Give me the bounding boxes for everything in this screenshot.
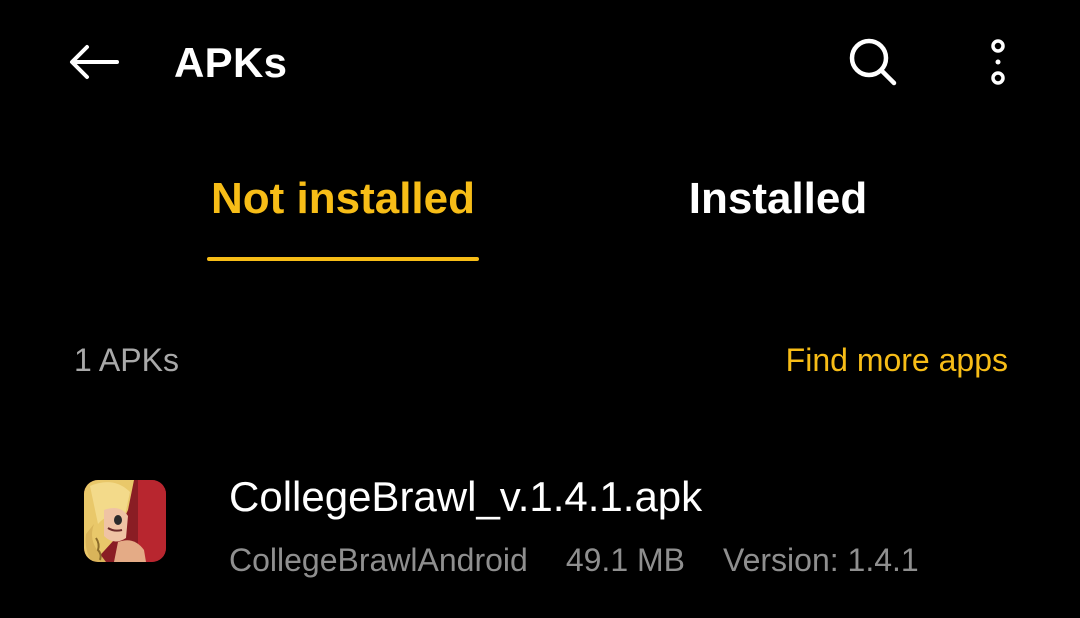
more-options-button[interactable]: [972, 34, 1024, 90]
apk-details: CollegeBrawlAndroid 49.1 MB Version: 1.4.1: [229, 540, 919, 580]
arrow-left-icon: [70, 45, 119, 79]
apk-file-size: 49.1 MB: [565, 542, 685, 578]
apk-count-label: 1 APKs: [74, 342, 179, 378]
apk-file-name: CollegeBrawl_v.1.4.1.apk: [229, 473, 703, 520]
apk-version: Version: 1.4.1: [723, 542, 919, 578]
app-icon: [84, 480, 166, 562]
find-more-apps-link[interactable]: Find more apps: [786, 340, 1008, 380]
more-vertical-icon: [991, 39, 1005, 85]
tab-bar: Not installed Installed: [0, 150, 1080, 265]
page-title: APKs: [174, 39, 288, 86]
back-button[interactable]: [62, 37, 124, 87]
app-bar: APKs: [0, 0, 1080, 124]
apk-package-name: CollegeBrawlAndroid: [229, 542, 528, 578]
selected-tab-indicator: [207, 257, 479, 261]
tab-installed[interactable]: Installed: [660, 170, 896, 265]
search-button[interactable]: [842, 34, 904, 90]
app-icon-collegebrawl: [84, 480, 166, 562]
apk-list-item[interactable]: CollegeBrawl_v.1.4.1.apk CollegeBrawlAnd…: [0, 450, 1080, 600]
search-icon: [849, 38, 897, 86]
tab-not-installed[interactable]: Not installed: [200, 170, 486, 265]
